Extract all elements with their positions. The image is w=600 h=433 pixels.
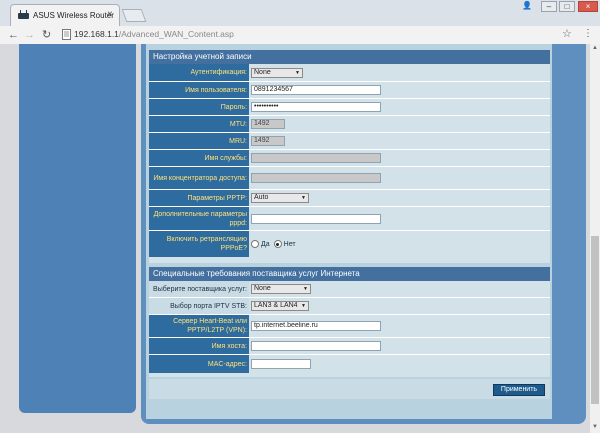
iptv-port-label: Выбор порта IPTV STB:: [149, 298, 249, 314]
pppoe-relay-label: Включить ретрансляцию PPPoE?: [149, 231, 249, 257]
mtu-row: MTU: 1492: [149, 116, 550, 133]
browser-tab[interactable]: ASUS Wireless Router ×: [10, 4, 120, 26]
tab-title: ASUS Wireless Router: [33, 11, 114, 20]
pptp-select-value: Auto: [254, 194, 269, 201]
provider-select-value: None: [254, 285, 271, 292]
close-window-button[interactable]: ×: [578, 1, 598, 12]
scroll-up-arrow-icon[interactable]: ▲: [590, 45, 600, 51]
relay-no-radio[interactable]: [273, 240, 282, 248]
chevron-down-icon: ▼: [301, 195, 306, 201]
auth-row: Аутентификация: None ▼: [149, 64, 550, 82]
chevron-down-icon: ▼: [295, 69, 300, 76]
maximize-button[interactable]: □: [559, 1, 575, 12]
minimize-button[interactable]: –: [541, 1, 557, 12]
relay-yes-label: Да: [261, 240, 270, 248]
provider-row: Выберите поставщика услуг: None ▼: [149, 281, 550, 298]
mru-input[interactable]: 1492: [251, 136, 285, 146]
url-host: 192.168.1.1: [74, 29, 119, 39]
pptp-row: Параметры PPTP: Auto ▼: [149, 190, 550, 207]
username-input[interactable]: 0891234567: [251, 85, 381, 95]
chevron-down-icon: ▼: [303, 286, 308, 292]
url-path: /Advanced_WAN_Content.asp: [118, 29, 234, 39]
pppoe-relay-row: Включить ретрансляцию PPPoE? Да Нет: [149, 231, 550, 257]
address-bar[interactable]: 192.168.1.1/Advanced_WAN_Content.asp: [74, 29, 234, 39]
pppd-row: Дополнительные параметры pppd:: [149, 207, 550, 231]
isp-requirements-section: Специальные требования поставщика услуг …: [149, 267, 550, 377]
hostname-label: Имя хоста:: [149, 338, 249, 354]
forward-arrow-icon[interactable]: →: [24, 28, 35, 42]
browser-toolbar: ← → ↻ 192.168.1.1/Advanced_WAN_Content.a…: [0, 26, 600, 45]
router-favicon-icon: [18, 10, 29, 19]
apply-bar: Применить: [149, 379, 550, 399]
auth-select[interactable]: None ▼: [251, 67, 303, 78]
new-tab-button[interactable]: [121, 9, 147, 22]
service-name-label: Имя службы:: [149, 150, 249, 166]
mac-address-input[interactable]: [251, 359, 311, 369]
service-name-input[interactable]: [251, 153, 381, 163]
pptp-label: Параметры PPTP:: [149, 190, 249, 206]
service-name-row: Имя службы:: [149, 150, 550, 167]
chevron-down-icon: ▼: [301, 303, 306, 309]
mac-address-label: MAC-адрес:: [149, 355, 249, 373]
menu-icon[interactable]: ⋮: [583, 28, 593, 39]
hostname-row: Имя хоста:: [149, 338, 550, 355]
reload-icon[interactable]: ↻: [42, 28, 51, 42]
access-hub-row: Имя концентратора доступа:: [149, 167, 550, 190]
mac-address-row: MAC-адрес:: [149, 355, 550, 373]
page-info-icon[interactable]: [62, 29, 71, 40]
iptv-port-row: Выбор порта IPTV STB: LAN3 & LAN4 ▼: [149, 298, 550, 315]
mru-label: MRU:: [149, 133, 249, 149]
provider-select[interactable]: None ▼: [251, 284, 311, 294]
back-arrow-icon[interactable]: ←: [8, 28, 19, 42]
password-input[interactable]: ••••••••••: [251, 102, 381, 112]
relay-no-label: Нет: [283, 240, 296, 248]
password-label: Пароль:: [149, 99, 249, 115]
provider-label: Выберите поставщика услуг:: [149, 281, 249, 297]
username-row: Имя пользователя: 0891234567: [149, 82, 550, 99]
isp-section-header: Специальные требования поставщика услуг …: [149, 267, 550, 281]
scroll-down-arrow-icon[interactable]: ▼: [590, 424, 600, 430]
account-settings-section: Настройка учетной записи Аутентификация:…: [149, 50, 550, 263]
relay-yes-radio[interactable]: [251, 240, 259, 248]
pppd-input[interactable]: [251, 213, 381, 224]
iptv-port-select-value: LAN3 & LAN4: [254, 302, 298, 309]
auth-select-value: None: [254, 68, 271, 76]
mtu-input[interactable]: 1492: [251, 119, 285, 129]
account-section-header: Настройка учетной записи: [149, 50, 550, 64]
bookmark-star-icon[interactable]: ☆: [562, 27, 572, 40]
browser-titlebar: ASUS Wireless Router × 👤 – □ ×: [0, 0, 600, 26]
password-row: Пароль: ••••••••••: [149, 99, 550, 116]
username-label: Имя пользователя:: [149, 82, 249, 98]
apply-button[interactable]: Применить: [493, 384, 545, 396]
mru-row: MRU: 1492: [149, 133, 550, 150]
tab-close-icon[interactable]: ×: [107, 9, 113, 20]
pptp-select[interactable]: Auto ▼: [251, 193, 309, 203]
hostname-input[interactable]: [251, 341, 381, 351]
access-hub-input[interactable]: [251, 173, 381, 183]
mtu-label: MTU:: [149, 116, 249, 132]
left-navigation-panel: [19, 44, 136, 413]
heartbeat-input[interactable]: tp.internet.beeline.ru: [251, 321, 381, 331]
pppd-label: Дополнительные параметры pppd:: [149, 207, 249, 230]
access-hub-label: Имя концентратора доступа:: [149, 167, 249, 189]
heartbeat-label: Сервер Heart-Beat или PPTP/L2TP (VPN):: [149, 315, 249, 337]
auth-label: Аутентификация:: [149, 64, 249, 81]
iptv-port-select[interactable]: LAN3 & LAN4 ▼: [251, 301, 309, 311]
profile-icon[interactable]: 👤: [518, 1, 536, 12]
heartbeat-row: Сервер Heart-Beat или PPTP/L2TP (VPN): t…: [149, 315, 550, 338]
scrollbar-thumb[interactable]: [591, 236, 599, 404]
